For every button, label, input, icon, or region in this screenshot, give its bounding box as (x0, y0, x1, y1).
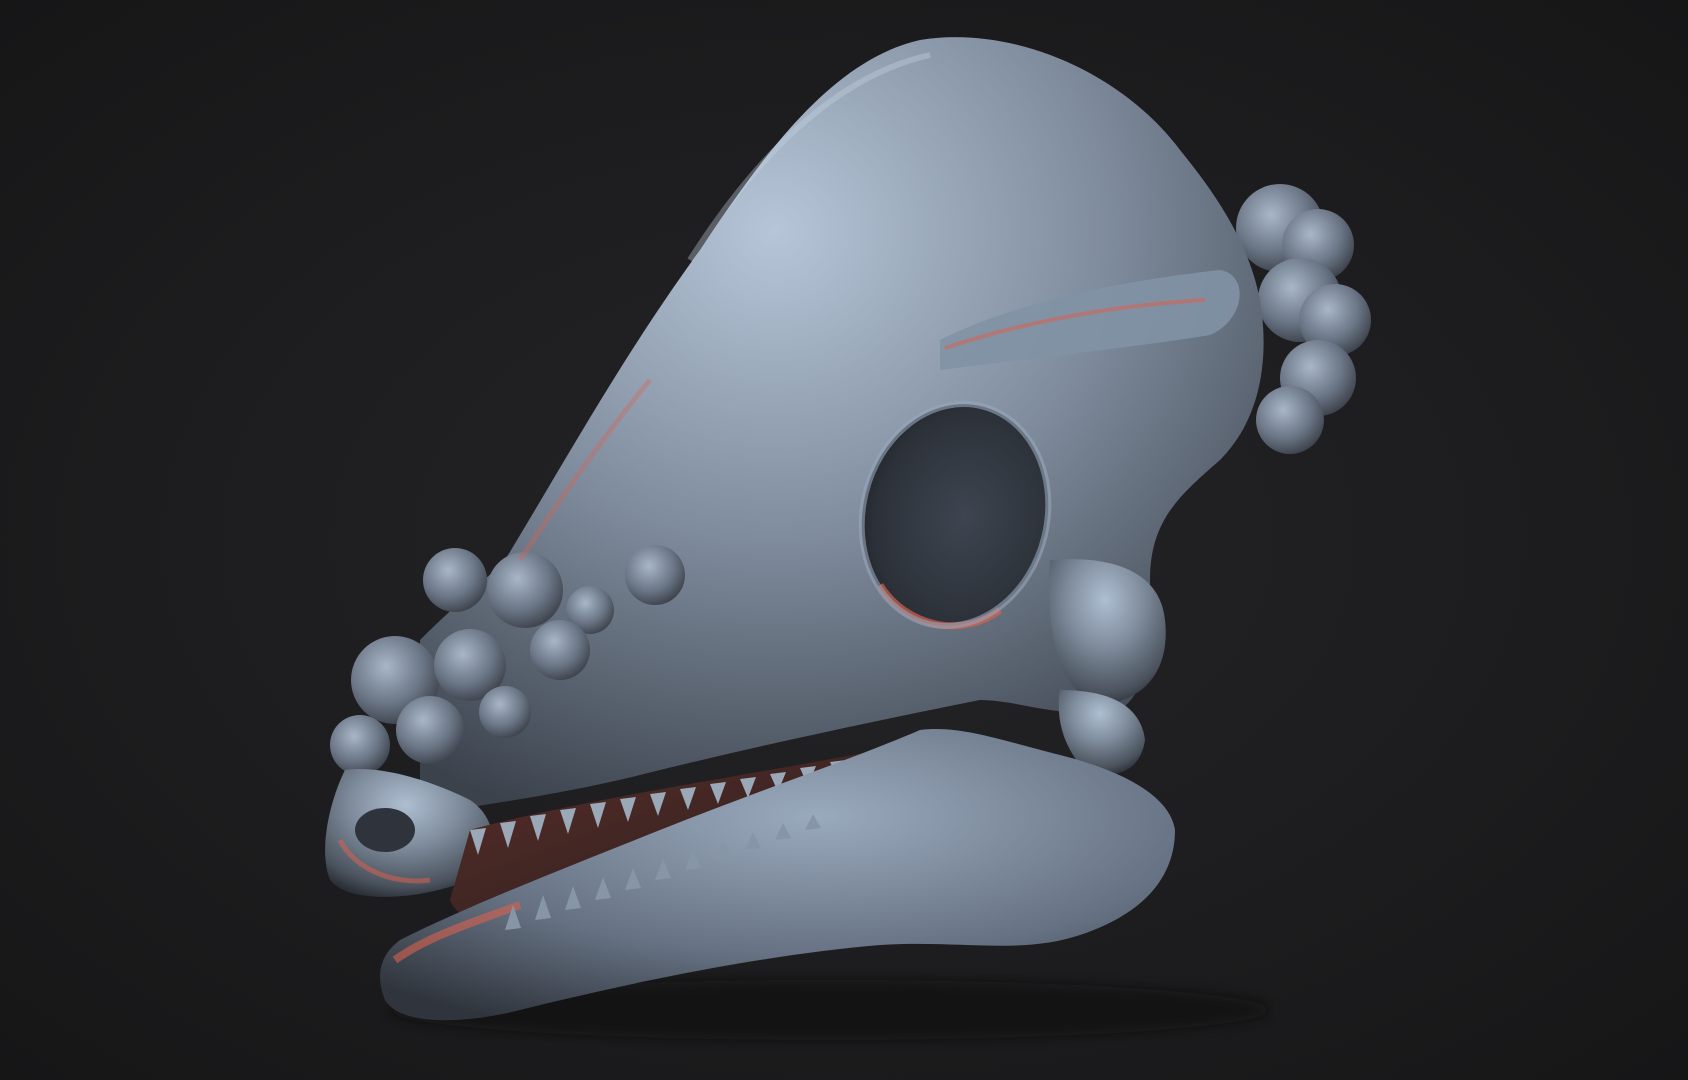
render-viewport (0, 0, 1688, 1080)
skull-render (325, 37, 1371, 1040)
